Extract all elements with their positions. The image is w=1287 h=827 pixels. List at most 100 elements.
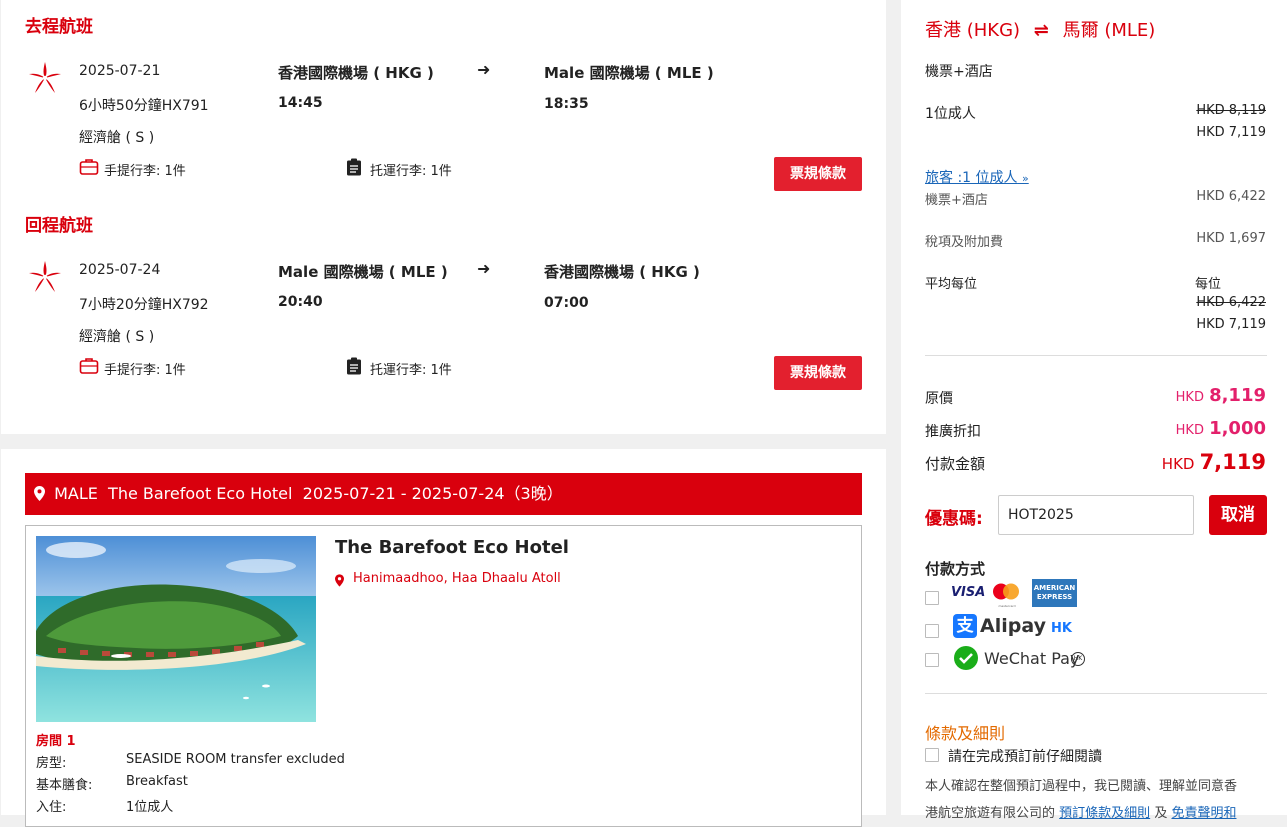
package-label: 機票+酒店	[925, 64, 993, 80]
wechat-pay-text: WeChat Pay	[984, 649, 1080, 668]
inbound-to-airport: 香港國際機場 ( HKG )	[544, 263, 700, 281]
outbound-carry-on: 手提行李: 1件	[104, 164, 186, 179]
inbound-rules-button[interactable]: 票規條款	[774, 356, 862, 390]
payment-title: 付款方式	[925, 560, 986, 578]
wechat-pay-checkbox[interactable]	[925, 653, 939, 667]
wechat-pay-icon	[953, 646, 979, 674]
swap-arrows-icon: ⇌	[1033, 20, 1049, 41]
alipay-icon: 支	[953, 614, 977, 638]
airline-logo-icon	[27, 259, 63, 295]
pay-currency: HKD	[1161, 455, 1195, 473]
route-to: 馬爾 (MLE)	[1062, 20, 1156, 41]
hk-badge-icon: HK	[1071, 652, 1085, 666]
summary-divider	[925, 355, 1267, 356]
promo-value: HKD 1,000	[1176, 418, 1266, 439]
hotel-banner: MALE The Barefoot Eco Hotel 2025-07-21 -…	[25, 473, 862, 515]
terms-link-conditions[interactable]: 預訂條款及細則	[1059, 806, 1150, 821]
room-type-label: 房型:	[36, 756, 67, 771]
outbound-from-airport: 香港國際機場 ( HKG )	[278, 64, 434, 82]
inbound-from-airport: Male 國際機場 ( MLE )	[278, 263, 448, 281]
map-pin-icon	[335, 572, 344, 591]
adult-label: 1位成人	[925, 106, 976, 122]
travellers-toggle[interactable]: 旅客 :1 位成人 »	[925, 167, 1029, 187]
terms-and: 及	[1154, 806, 1168, 821]
pkg-price: HKD 6,422	[1196, 189, 1266, 204]
terms-text2: 港航空旅遊有限公司的	[925, 806, 1056, 821]
alipay-checkbox[interactable]	[925, 624, 939, 638]
original-price-value: HKD 8,119	[1176, 385, 1266, 406]
promo-label: 推廣折扣	[925, 424, 981, 440]
checked-bag-icon	[346, 357, 362, 379]
pay-label: 付款金額	[925, 455, 986, 473]
travellers-link: 旅客 :1 位成人	[925, 170, 1018, 186]
tax-label: 稅項及附加費	[925, 235, 1004, 250]
arrow-right-icon: ➜	[477, 60, 491, 79]
airline-logo-icon	[27, 60, 63, 96]
alipay-logo: Alipay HK	[980, 615, 1072, 637]
inbound-duration-flight: 7小時20分鐘HX792	[79, 297, 209, 313]
flights-card: 去程航班 2025-07-21 6小時50分鐘HX791 經濟艙 ( S ) 香…	[1, 0, 886, 434]
outbound-duration-flight: 6小時50分鐘HX791	[79, 98, 209, 114]
promo-currency: HKD	[1175, 423, 1204, 438]
coupon-input[interactable]: HOT2025	[998, 495, 1194, 535]
pkg-label: 機票+酒店	[925, 193, 988, 208]
card-payment-checkbox[interactable]	[925, 591, 939, 605]
avg-each: 每位	[1195, 277, 1222, 292]
terms-checkbox[interactable]	[925, 748, 939, 762]
amex-line1: AMERICAN	[1033, 584, 1076, 592]
route-from: 香港 (HKG)	[925, 20, 1021, 41]
outbound-checked: 托運行李: 1件	[370, 164, 452, 179]
route-header: 香港 (HKG) ⇌ 馬爾 (MLE)	[925, 16, 1155, 42]
outbound-rules-button[interactable]: 票規條款	[774, 157, 862, 191]
guests-label: 入住:	[36, 800, 67, 815]
double-chevron-down-icon: »	[1021, 172, 1029, 185]
outbound-title: 去程航班	[25, 17, 93, 37]
pay-value: HKD 7,119	[1162, 450, 1266, 474]
original-price-amount: 8,119	[1209, 385, 1266, 406]
map-pin-icon	[34, 475, 45, 517]
alipay-text: Alipay	[980, 615, 1046, 637]
payment-divider	[925, 693, 1267, 694]
guests-value: 1位成人	[126, 800, 174, 815]
inbound-carry-on: 手提行李: 1件	[104, 363, 186, 378]
meal-label: 基本膳食:	[36, 778, 93, 793]
outbound-to-airport: Male 國際機場 ( MLE )	[544, 64, 714, 82]
terms-text-line2: 港航空旅遊有限公司的 預訂條款及細則 及 免責聲明和	[925, 802, 1236, 821]
original-price-currency: HKD	[1175, 390, 1204, 405]
terms-text: 本人確認在整個預訂過程中，我已閱讀、理解並同意香	[925, 779, 1238, 794]
terms-check-label: 請在完成預訂前仔細閱讀	[948, 749, 1102, 765]
coupon-cancel-button[interactable]: 取消	[1209, 495, 1267, 535]
inbound-from-time: 20:40	[278, 294, 323, 310]
amex-icon: AMERICAN EXPRESS	[1032, 579, 1077, 607]
avg-price: HKD 7,119	[1196, 317, 1266, 332]
pay-amount: 7,119	[1199, 450, 1266, 474]
mastercard-icon: mastercard	[992, 583, 1022, 608]
inbound-title: 回程航班	[25, 216, 93, 236]
arrow-right-icon: ➜	[477, 259, 491, 278]
checked-bag-icon	[346, 158, 362, 180]
avg-original-price: HKD 6,422	[1196, 295, 1266, 310]
inbound-to-time: 07:00	[544, 295, 589, 311]
terms-title: 條款及細則	[925, 724, 1006, 743]
inbound-date: 2025-07-24	[79, 262, 161, 278]
terms-link-disclaimer[interactable]: 免責聲明和	[1171, 806, 1236, 821]
avg-label: 平均每位	[925, 277, 978, 292]
amex-line2: EXPRESS	[1036, 593, 1073, 601]
room-type-value: SEASIDE ROOM transfer excluded	[126, 752, 345, 767]
outbound-to-time: 18:35	[544, 96, 589, 112]
coupon-input-value: HOT2025	[1008, 507, 1074, 523]
outbound-from-time: 14:45	[278, 95, 323, 111]
alipay-hk-text: HK	[1051, 621, 1073, 636]
room-title: 房間 1	[36, 734, 76, 749]
hotel-location: Hanimaadhoo, Haa Dhaalu Atoll	[353, 571, 561, 586]
carry-on-bag-icon	[79, 158, 99, 180]
adult-price: HKD 7,119	[1196, 125, 1266, 140]
hotel-photo[interactable]	[36, 536, 316, 722]
carry-on-bag-icon	[79, 357, 99, 379]
outbound-date: 2025-07-21	[79, 63, 161, 79]
hotel-banner-text: MALE The Barefoot Eco Hotel 2025-07-21 -…	[54, 484, 563, 503]
hotel-name: The Barefoot Eco Hotel	[335, 537, 569, 558]
coupon-label: 優惠碼:	[925, 509, 983, 529]
promo-amount: 1,000	[1209, 418, 1266, 439]
outbound-cabin: 經濟艙 ( S )	[79, 130, 155, 146]
